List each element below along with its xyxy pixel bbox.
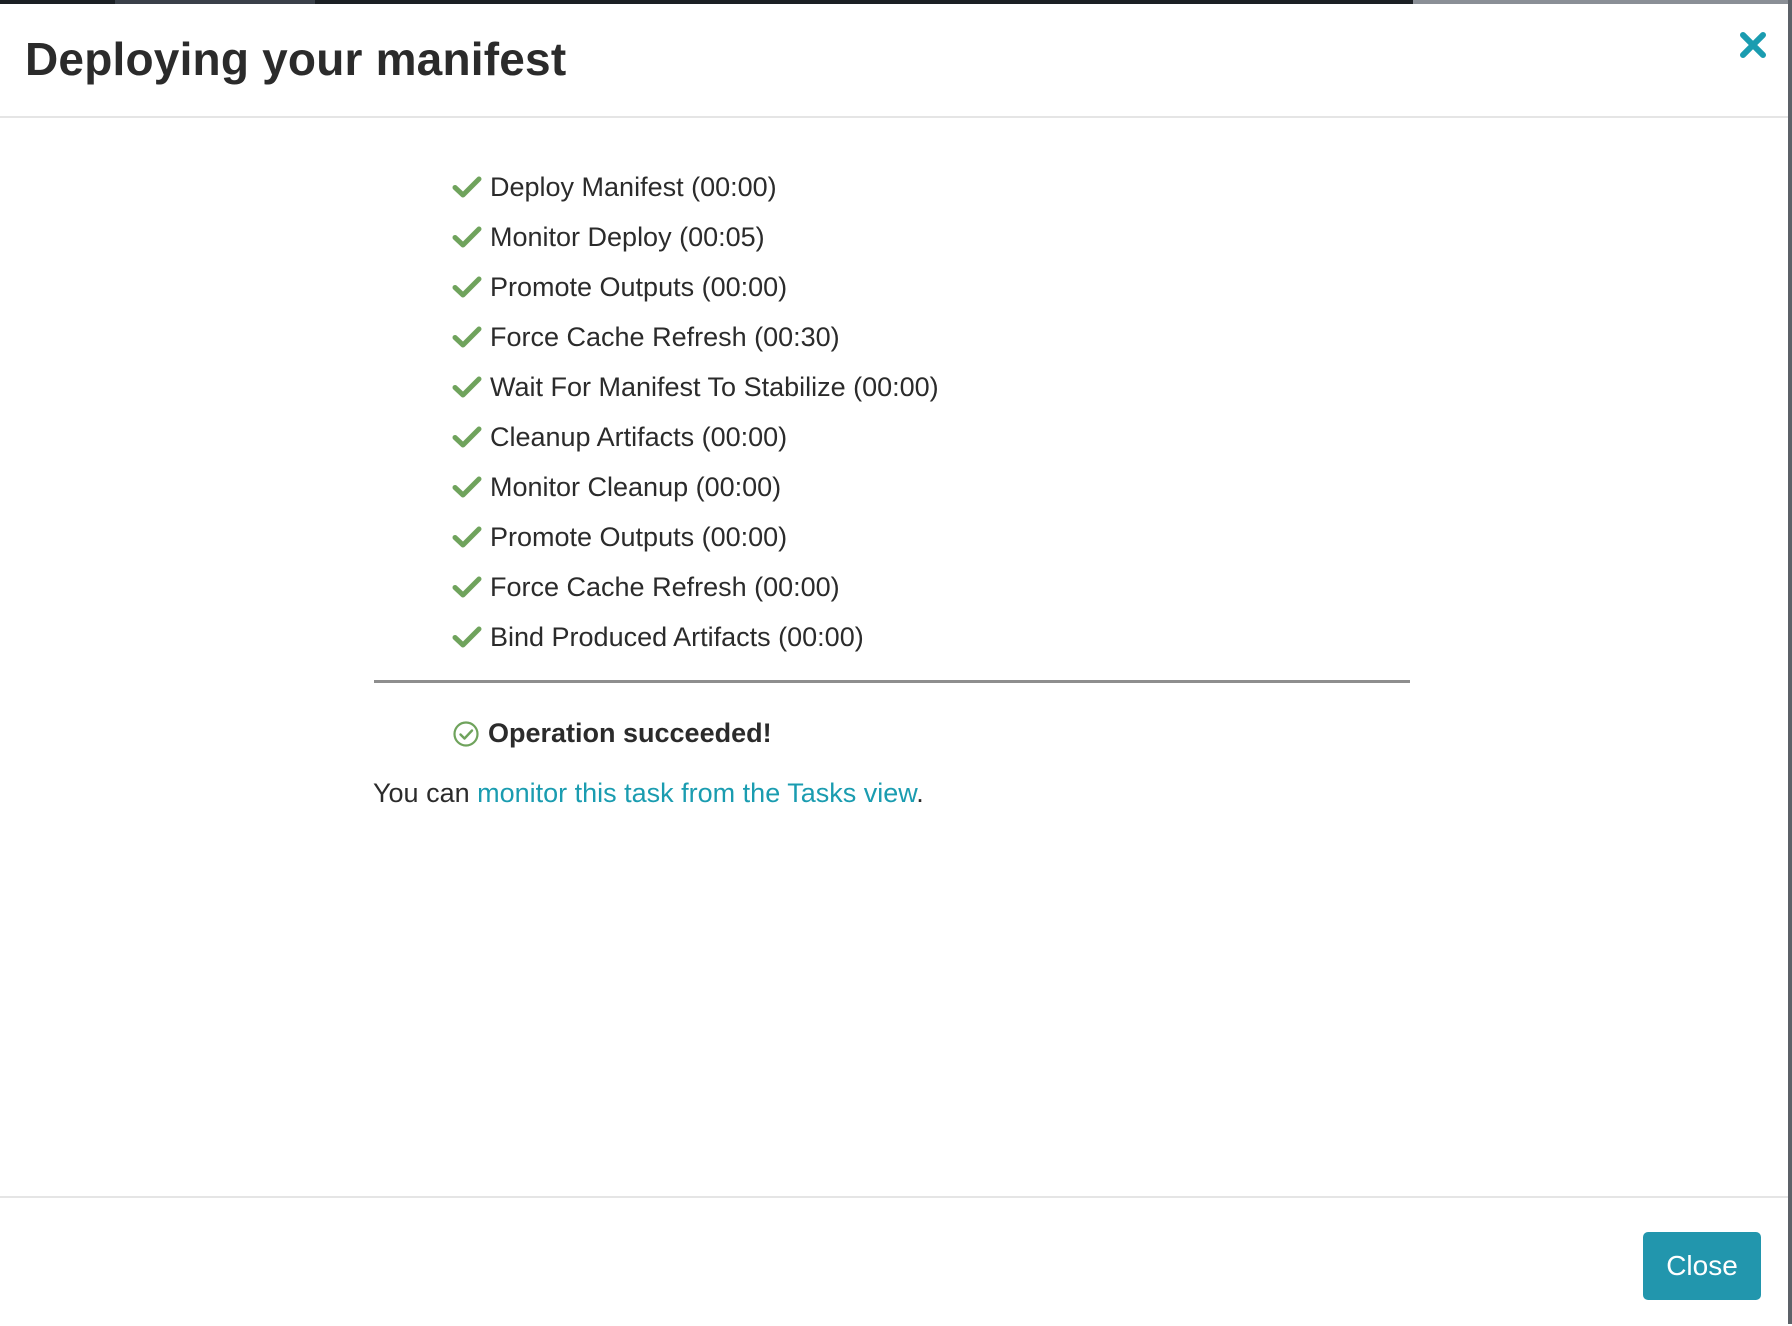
task-step-label: Cleanup Artifacts (00:00)	[490, 421, 788, 452]
task-step-list: Deploy Manifest (00:00) Monitor Deploy (0…	[452, 162, 939, 662]
task-step: Force Cache Refresh (00:30)	[452, 312, 939, 362]
task-step: Monitor Cleanup (00:00)	[452, 462, 939, 512]
task-step-label: Promote Outputs (00:00)	[490, 521, 788, 552]
task-step-label: Bind Produced Artifacts (00:00)	[490, 621, 864, 652]
task-step-label: Promote Outputs (00:00)	[490, 271, 788, 302]
window-edge	[1788, 0, 1792, 1324]
modal-footer: Close	[0, 1196, 1788, 1326]
monitor-task-text: You can monitor this task from the Tasks…	[373, 778, 924, 809]
deploy-modal: Deploying your manifest Deploy Manifest …	[0, 4, 1788, 1324]
close-icon[interactable]	[1736, 28, 1770, 62]
operation-result: Operation succeeded!	[452, 718, 772, 749]
circle-check-icon	[453, 720, 479, 747]
check-icon	[452, 426, 482, 448]
check-icon	[452, 326, 482, 348]
task-step-label: Monitor Deploy (00:05)	[490, 221, 765, 252]
check-icon	[452, 476, 482, 498]
monitor-prefix: You can	[373, 778, 478, 808]
modal-title: Deploying your manifest	[25, 33, 567, 85]
task-step-label: Force Cache Refresh (00:30)	[490, 321, 840, 352]
task-step: Cleanup Artifacts (00:00)	[452, 412, 939, 462]
task-step-label: Wait For Manifest To Stabilize (00:00)	[490, 371, 939, 402]
task-step: Deploy Manifest (00:00)	[452, 162, 939, 212]
check-icon	[452, 626, 482, 648]
check-icon	[452, 276, 482, 298]
task-step: Bind Produced Artifacts (00:00)	[452, 612, 939, 662]
check-icon	[452, 176, 482, 198]
check-icon	[452, 226, 482, 248]
task-step-label: Monitor Cleanup (00:00)	[490, 471, 782, 502]
check-icon	[452, 526, 482, 548]
monitor-suffix: .	[916, 778, 924, 808]
modal-header: Deploying your manifest	[0, 4, 1788, 118]
close-button[interactable]: Close	[1643, 1232, 1761, 1300]
divider	[374, 680, 1410, 683]
tasks-view-link[interactable]: monitor this task from the Tasks view	[477, 778, 916, 808]
task-step: Monitor Deploy (00:05)	[452, 212, 939, 262]
check-icon	[452, 376, 482, 398]
check-icon	[452, 576, 482, 598]
task-step-label: Deploy Manifest (00:00)	[490, 171, 777, 202]
task-step: Wait For Manifest To Stabilize (00:00)	[452, 362, 939, 412]
task-step: Promote Outputs (00:00)	[452, 512, 939, 562]
result-message: Operation succeeded!	[488, 718, 772, 748]
task-step: Force Cache Refresh (00:00)	[452, 562, 939, 612]
task-step-label: Force Cache Refresh (00:00)	[490, 571, 840, 602]
task-step: Promote Outputs (00:00)	[452, 262, 939, 312]
